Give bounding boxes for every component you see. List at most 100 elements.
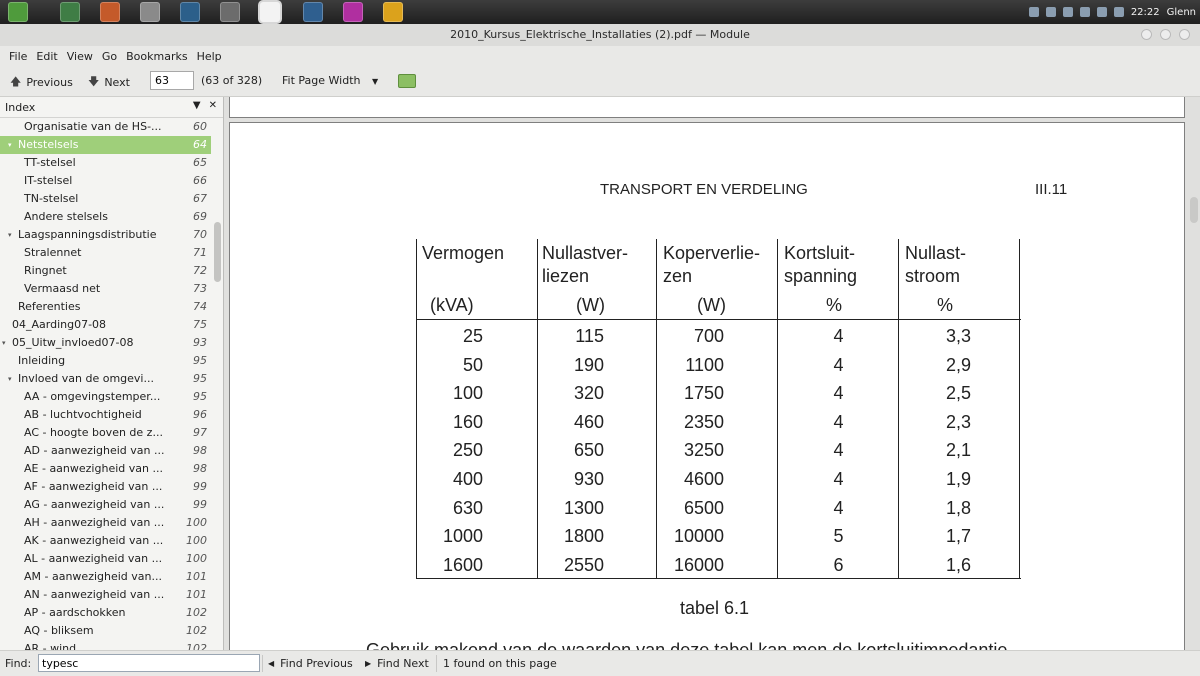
toc-item[interactable]: TT-stelsel 65 — [0, 154, 211, 172]
files-icon[interactable] — [140, 2, 160, 22]
bluetooth-icon[interactable] — [1028, 7, 1039, 17]
toc-item-page: 96 — [193, 408, 207, 421]
toc-item[interactable]: Stralennet 71 — [0, 244, 211, 262]
update-icon[interactable] — [1045, 7, 1056, 17]
toc-item-label: AD - aanwezigheid van ... — [24, 444, 165, 457]
toc-item-page: 66 — [193, 174, 207, 187]
toc-item-label: Netstelsels — [18, 138, 79, 151]
table-header-cell: spanning — [784, 266, 858, 286]
menu-view[interactable]: View — [63, 50, 97, 63]
toc-item[interactable]: AQ - bliksem 102 — [0, 622, 211, 640]
table-cell: 4 — [833, 383, 844, 404]
toc-item[interactable]: Referenties 74 — [0, 298, 211, 316]
network-icon[interactable] — [1079, 7, 1090, 17]
toc-item[interactable]: AH - aanwezigheid van ... 100 — [0, 514, 211, 532]
expander-icon[interactable]: ▾ — [2, 334, 6, 352]
zoom-label: Fit Page Width — [282, 74, 361, 87]
close-button[interactable] — [1179, 29, 1190, 40]
toc-item[interactable]: Organisatie van de HS-... 60 — [0, 118, 211, 136]
user-menu[interactable]: Glenn — [1167, 7, 1196, 18]
chevron-left-icon: ◀ — [268, 659, 275, 668]
epub-reader-icon[interactable] — [260, 2, 280, 22]
table-cell: 3250 — [683, 440, 724, 461]
menu-go[interactable]: Go — [98, 50, 121, 63]
document-scrollbar[interactable] — [1190, 197, 1198, 223]
toc-item[interactable]: IT-stelsel 66 — [0, 172, 211, 190]
toc-item[interactable]: AR - wind 102 — [0, 640, 211, 650]
dropbox-icon[interactable] — [1062, 7, 1073, 17]
image-viewer-icon[interactable] — [60, 2, 80, 22]
toc-item[interactable]: Andere stelsels 69 — [0, 208, 211, 226]
page-number-input[interactable] — [150, 71, 194, 90]
media-player-icon[interactable] — [220, 2, 240, 22]
toc-item-label: 04_Aarding07-08 — [12, 318, 107, 331]
expander-icon[interactable]: ▾ — [8, 370, 12, 388]
toc-item[interactable]: ▾ Netstelsels 64 — [0, 136, 211, 154]
toc-item[interactable]: AF - aanwezigheid van ... 99 — [0, 478, 211, 496]
expander-icon[interactable]: ▾ — [8, 136, 12, 154]
toc-item[interactable]: Ringnet 72 — [0, 262, 211, 280]
next-button[interactable]: 🡇 Next — [88, 73, 130, 92]
chat-icon[interactable] — [343, 2, 363, 22]
menu-file[interactable]: File — [5, 50, 31, 63]
toc-item[interactable]: AC - hoogte boven de z... 97 — [0, 424, 211, 442]
menu-edit[interactable]: Edit — [32, 50, 61, 63]
toc-item[interactable]: AM - aanwezigheid van... 101 — [0, 568, 211, 586]
table-header-cell: Koperverlie- — [663, 243, 761, 263]
find-input[interactable] — [38, 654, 260, 672]
find-next-button[interactable]: ▶ Find Next — [365, 657, 429, 670]
previous-button[interactable]: 🡅 Previous — [10, 73, 73, 92]
toc-item[interactable]: AE - aanwezigheid van ... 98 — [0, 460, 211, 478]
chrome-icon[interactable] — [383, 2, 403, 22]
toc-item[interactable]: TN-stelsel 67 — [0, 190, 211, 208]
menu-help[interactable]: Help — [193, 50, 226, 63]
browser-icon[interactable] — [100, 2, 120, 22]
toc-item[interactable]: Vermaasd net 73 — [0, 280, 211, 298]
close-icon[interactable]: ✕ — [209, 100, 217, 111]
toc-item[interactable]: ▾ Invloed van de omgevi... 95 — [0, 370, 211, 388]
table-cell: 2,3 — [945, 411, 971, 432]
folder-icon[interactable] — [398, 74, 416, 88]
find-label: Find: — [5, 657, 32, 670]
screenshot-icon[interactable] — [303, 2, 323, 22]
maximize-button[interactable] — [1160, 29, 1171, 40]
mint-menu-icon[interactable] — [8, 2, 28, 22]
toc-item[interactable]: AG - aanwezigheid van ... 99 — [0, 496, 211, 514]
table-cell: 460 — [573, 411, 604, 432]
toc-item[interactable]: AB - luchtvochtigheid 96 — [0, 406, 211, 424]
toc-item[interactable]: ▾ 05_Uitw_invloed07-08 93 — [0, 334, 211, 352]
toc-item[interactable]: AD - aanwezigheid van ... 98 — [0, 442, 211, 460]
find-next-label: Find Next — [377, 657, 429, 670]
find-previous-button[interactable]: ◀ Find Previous — [268, 657, 353, 670]
volume-icon[interactable] — [1096, 7, 1107, 17]
terminal-icon[interactable] — [180, 2, 200, 22]
toc-item[interactable]: AL - aanwezigheid van ... 100 — [0, 550, 211, 568]
arrow-down-icon: 🡇 — [88, 75, 100, 88]
minimize-button[interactable] — [1141, 29, 1152, 40]
toc-item[interactable]: AA - omgevingstemper... 95 — [0, 388, 211, 406]
sidebar-scrollbar[interactable] — [214, 222, 221, 282]
toc-item[interactable]: AP - aardschokken 102 — [0, 604, 211, 622]
toc-item[interactable]: Inleiding 95 — [0, 352, 211, 370]
find-previous-label: Find Previous — [280, 657, 353, 670]
divider — [436, 655, 437, 672]
toc-item-label: IT-stelsel — [24, 174, 73, 187]
toc-item[interactable]: AN - aanwezigheid van ... 101 — [0, 586, 211, 604]
table-cell: 4600 — [683, 469, 724, 489]
toc-item-page: 99 — [193, 480, 207, 493]
table-cell: 320 — [573, 383, 604, 404]
document-view[interactable]: TRANSPORT EN VERDELING III.11 Vermogen (k… — [224, 97, 1200, 650]
table-cell: 930 — [573, 469, 604, 489]
toc-item[interactable]: ▾ Laagspanningsdistributie 70 — [0, 226, 211, 244]
table-header-rule — [416, 319, 1021, 320]
toc-item[interactable]: 04_Aarding07-08 75 — [0, 316, 211, 334]
sidebar-dropdown-icon[interactable]: ▼ — [193, 100, 201, 111]
clock[interactable]: 22:22 — [1131, 7, 1160, 18]
battery-icon[interactable] — [1113, 7, 1124, 17]
toc-item-page: 69 — [193, 210, 207, 223]
menu-bookmarks[interactable]: Bookmarks — [122, 50, 191, 63]
zoom-select[interactable]: Fit Page Width ▼ — [282, 74, 378, 87]
toc-item-page: 100 — [186, 534, 207, 547]
toc-item[interactable]: AK - aanwezigheid van ... 100 — [0, 532, 211, 550]
expander-icon[interactable]: ▾ — [8, 226, 12, 244]
